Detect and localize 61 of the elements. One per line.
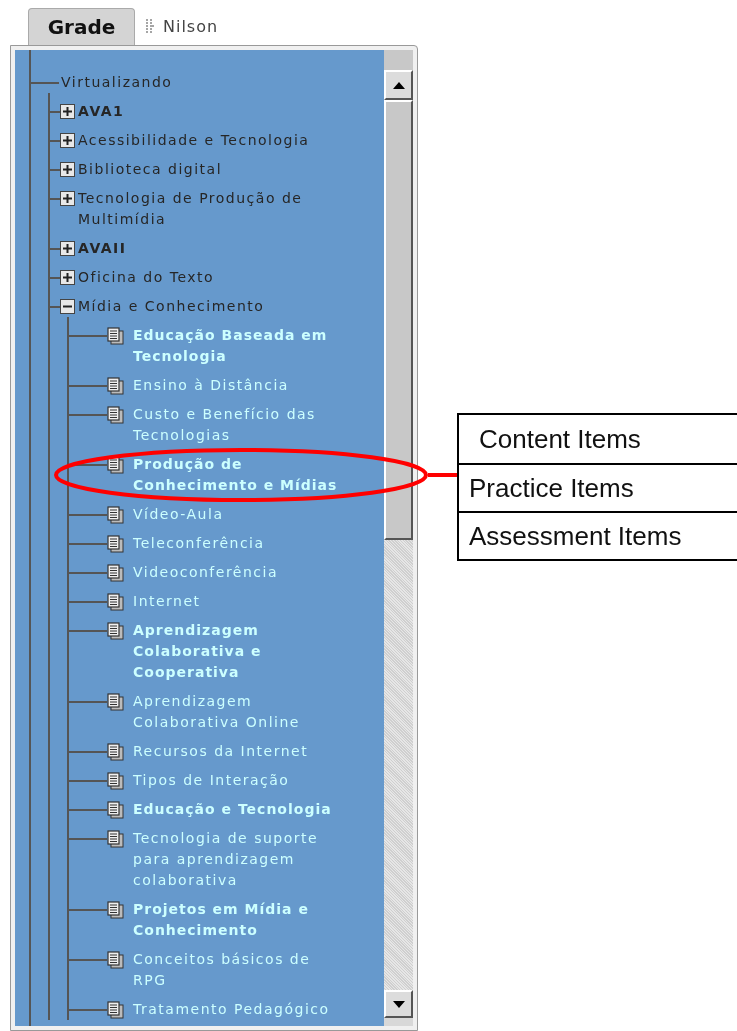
document-icon <box>107 535 124 553</box>
tab[interactable]: Grade <box>28 8 135 45</box>
document-icon <box>107 901 124 919</box>
expand-icon[interactable] <box>60 241 75 256</box>
scrollbar-header <box>384 50 413 70</box>
tree-item[interactable]: Aprendizagem Colaborativa e Cooperativa <box>133 620 345 683</box>
expand-icon[interactable] <box>60 270 75 285</box>
tree-item[interactable]: Tratamento Pedagógico <box>133 999 330 1020</box>
document-icon <box>107 377 124 395</box>
document-icon <box>107 593 124 611</box>
tree-item[interactable]: Custo e Benefício das Tecnologias <box>133 404 345 446</box>
tree-root[interactable]: Virtualizando <box>61 72 173 93</box>
tree-item[interactable]: Internet <box>133 591 201 612</box>
expand-icon[interactable] <box>60 191 75 206</box>
document-icon <box>107 456 124 474</box>
document-icon <box>107 622 124 640</box>
document-icon <box>107 406 124 424</box>
document-icon <box>107 772 124 790</box>
tree-folder[interactable]: Acessibilidade e Tecnologia <box>78 130 368 151</box>
document-icon <box>107 564 124 582</box>
tree-folder[interactable]: Biblioteca digital <box>78 159 368 180</box>
scroll-up-button[interactable] <box>384 70 413 100</box>
document-icon <box>107 830 124 848</box>
tree-item[interactable]: Aprendizagem Colaborativa Online <box>133 691 345 733</box>
table-cell-text: Practice Items <box>468 471 634 505</box>
tree-folder[interactable]: Tecnologia de Produção de Multimídia <box>78 188 368 230</box>
table-cell-text: Content Items <box>478 422 641 456</box>
tab[interactable]: Nilson <box>135 8 219 45</box>
tree-item[interactable]: Ensino à Distância <box>133 375 289 396</box>
document-icon <box>107 743 124 761</box>
tree-item[interactable]: Tecnologia de suporte para aprendizagem colaborativa <box>133 828 345 891</box>
tree-item[interactable]: Projetos em Mídia e Conhecimento <box>133 899 345 941</box>
expand-icon[interactable] <box>60 162 75 177</box>
up-arrow-icon <box>392 81 405 89</box>
document-icon <box>107 1001 124 1019</box>
tree-item[interactable]: Vídeo-Aula <box>133 504 224 525</box>
document-icon <box>107 951 124 969</box>
expand-icon[interactable] <box>60 133 75 148</box>
tree-folder[interactable]: Mídia e Conhecimento <box>78 296 368 317</box>
tree-item[interactable]: Videoconferência <box>133 562 278 583</box>
tree-item[interactable]: Teleconferência <box>133 533 265 554</box>
tree-item[interactable]: Educação e Tecnologia <box>133 799 332 820</box>
collapse-icon[interactable] <box>60 299 75 314</box>
tree-item[interactable]: Tipos de Interação <box>133 770 290 791</box>
tree-folder[interactable]: AVAII <box>78 238 368 259</box>
tree-item[interactable]: Educação Baseada em Tecnologia <box>133 325 345 367</box>
table-cell-text: Assessment Items <box>468 519 682 553</box>
tree-folder[interactable]: Oficina do Texto <box>78 267 368 288</box>
document-icon <box>107 801 124 819</box>
tree-item[interactable]: Recursos da Internet <box>133 741 309 762</box>
down-arrow-icon <box>392 1000 405 1008</box>
expand-icon[interactable] <box>60 104 75 119</box>
tree-item[interactable]: Conceitos básicos de RPG <box>133 949 345 991</box>
tree-folder[interactable]: AVA1 <box>78 101 368 122</box>
document-icon <box>107 327 124 345</box>
document-icon <box>107 693 124 711</box>
scrollbar[interactable] <box>384 50 413 1026</box>
dotted-grid-icon <box>145 18 157 35</box>
document-icon <box>107 506 124 524</box>
scroll-thumb[interactable] <box>384 100 413 540</box>
scroll-down-button[interactable] <box>384 990 413 1018</box>
